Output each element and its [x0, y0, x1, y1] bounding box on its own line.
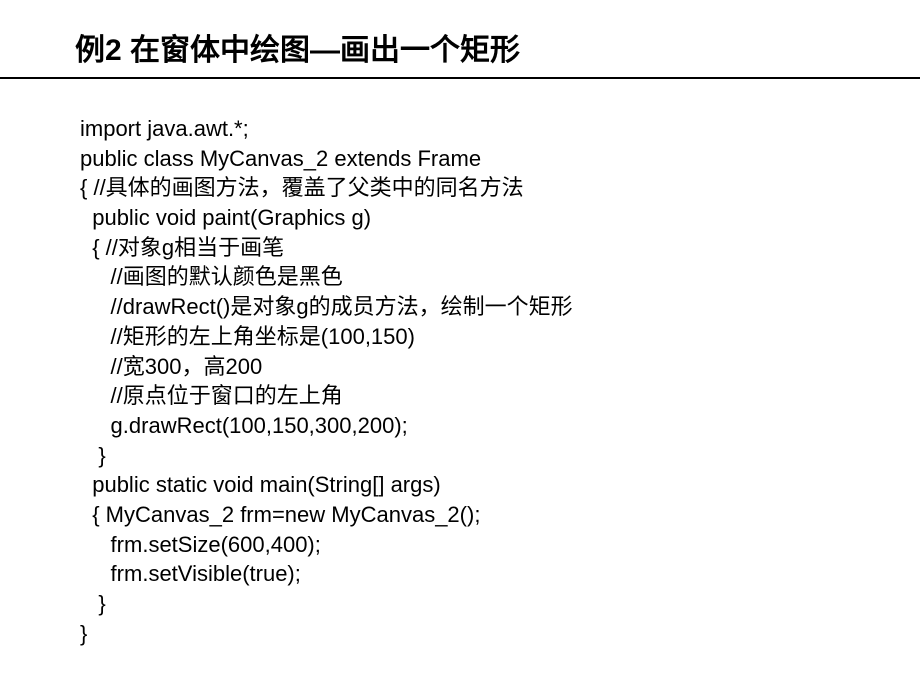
slide-title: 例2 在窗体中绘图—画出一个矩形	[75, 25, 845, 69]
code-line: public void paint(Graphics g)	[80, 203, 920, 233]
code-line: frm.setVisible(true);	[80, 559, 920, 589]
code-line: { //具体的画图方法，覆盖了父类中的同名方法	[80, 173, 920, 203]
code-line: { MyCanvas_2 frm=new MyCanvas_2();	[80, 500, 920, 530]
code-line: public class MyCanvas_2 extends Frame	[80, 144, 920, 174]
title-section: 例2 在窗体中绘图—画出一个矩形	[0, 25, 920, 79]
code-line: import java.awt.*;	[80, 114, 920, 144]
code-line: //画图的默认颜色是黑色	[80, 262, 920, 292]
code-line: }	[80, 441, 920, 471]
code-line: //drawRect()是对象g的成员方法，绘制一个矩形	[80, 292, 920, 322]
code-line: g.drawRect(100,150,300,200);	[80, 411, 920, 441]
code-line: }	[80, 589, 920, 619]
code-block: import java.awt.*; public class MyCanvas…	[0, 114, 920, 648]
code-line: { //对象g相当于画笔	[80, 233, 920, 263]
code-line: //宽300，高200	[80, 352, 920, 382]
code-line: frm.setSize(600,400);	[80, 530, 920, 560]
code-line: //原点位于窗口的左上角	[80, 381, 920, 411]
title-text: 在窗体中绘图—画出一个矩形	[130, 34, 520, 67]
code-line: }	[80, 619, 920, 649]
slide-container: 例2 在窗体中绘图—画出一个矩形 import java.awt.*; publ…	[0, 0, 920, 648]
code-line: public static void main(String[] args)	[80, 470, 920, 500]
example-number: 例2	[75, 34, 122, 67]
code-line: //矩形的左上角坐标是(100,150)	[80, 322, 920, 352]
